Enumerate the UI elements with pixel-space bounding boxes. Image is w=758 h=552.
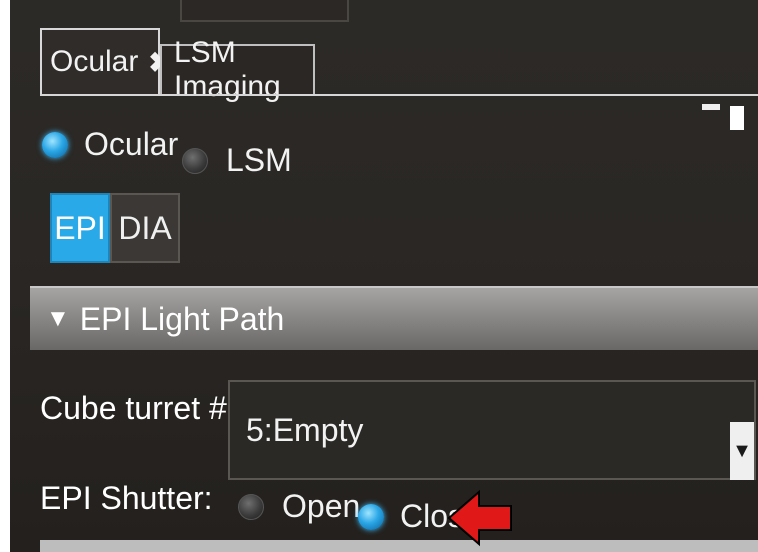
tab-divider xyxy=(40,94,758,96)
radio-ocular-label: Ocular xyxy=(84,126,179,162)
top-panel-edge xyxy=(180,0,349,22)
minimize-icon[interactable] xyxy=(702,104,720,110)
tab-lsm-imaging[interactable]: LSM Imaging xyxy=(160,36,315,103)
cube-turret-label: Cube turret #1: xyxy=(40,390,254,426)
radio-unselected-icon xyxy=(182,147,208,174)
epi-button[interactable]: EPI xyxy=(50,193,110,263)
epi-light-path-header[interactable]: ▼ EPI Light Path xyxy=(30,286,758,350)
radio-ocular[interactable]: Ocular xyxy=(42,126,178,163)
radio-lsm[interactable]: LSM xyxy=(182,142,292,179)
radio-shutter-open[interactable]: Open xyxy=(238,488,360,525)
epi-shutter-label: EPI Shutter: xyxy=(40,480,213,516)
dia-button[interactable]: DIA xyxy=(110,193,180,263)
radio-lsm-label: LSM xyxy=(226,142,292,178)
section-title: EPI Light Path xyxy=(79,300,285,337)
radio-unselected-icon xyxy=(238,493,264,520)
illumination-toggle: EPI DIA xyxy=(50,193,180,263)
tab-ocular-label: Ocular xyxy=(50,45,139,78)
ocular-panel: Ocular ✖ LSM Imaging Ocular LSM EPI DIA … xyxy=(10,0,758,552)
radio-open-label: Open xyxy=(282,488,361,524)
triangle-down-icon: ▼ xyxy=(46,305,70,332)
radio-selected-icon xyxy=(42,131,68,158)
dropdown-arrow-icon[interactable]: ▼ xyxy=(730,422,754,480)
annotation-arrow-icon xyxy=(447,489,512,547)
cube-turret-select[interactable]: 5:Empty ▼ xyxy=(228,380,756,480)
tab-ocular[interactable]: Ocular ✖ xyxy=(40,28,172,94)
next-section-header xyxy=(40,540,758,552)
radio-selected-icon xyxy=(358,503,384,530)
cube-turret-value: 5:Empty xyxy=(246,411,364,448)
restore-icon[interactable] xyxy=(730,106,744,130)
